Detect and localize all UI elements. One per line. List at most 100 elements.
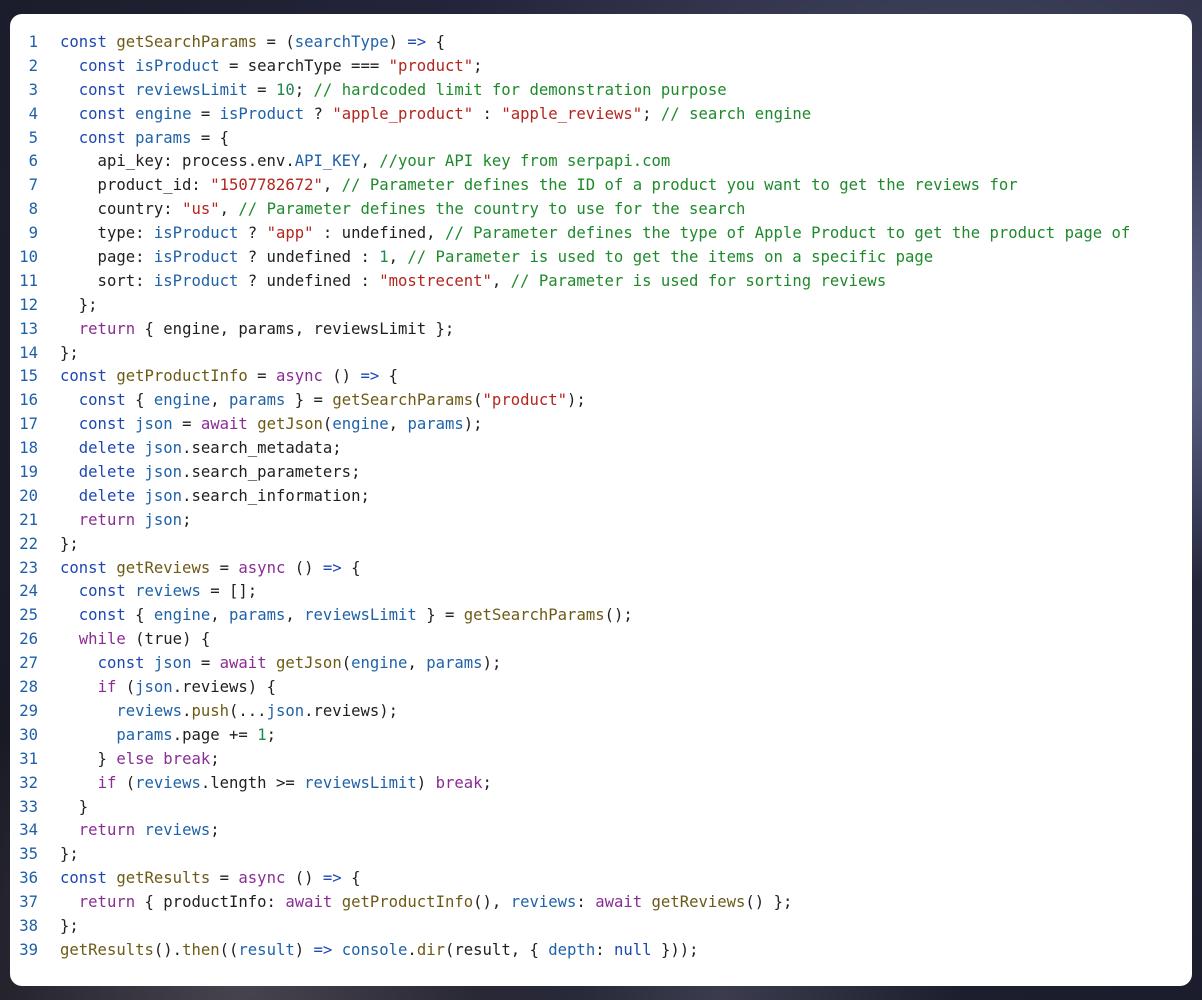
code-token: engine	[153, 391, 211, 410]
code-token: return	[78, 821, 136, 840]
line-number: 32	[19, 773, 38, 792]
code-token: json	[144, 463, 183, 482]
code-line: 20 delete json.search_information;	[10, 485, 1192, 509]
code-line: 6 api_key: process.env.API_KEY, //your A…	[10, 150, 1192, 174]
code-token: reviewsLimit	[304, 773, 417, 792]
code-token: =>	[322, 869, 342, 888]
code-token: (...	[229, 701, 267, 720]
code-token: while	[78, 630, 126, 649]
code-token: params	[229, 391, 286, 410]
code-token: { engine, params, reviewsLimit };	[135, 319, 455, 338]
code-token: =>	[313, 940, 333, 959]
code-block[interactable]: 1 const getSearchParams = (searchType) =>…	[10, 31, 1192, 963]
code-line: 14};	[10, 342, 1192, 366]
code-token: =	[247, 80, 276, 99]
code-token: )	[388, 33, 408, 51]
code-token: "us"	[182, 200, 220, 219]
code-token: (	[341, 654, 352, 673]
code-token: =	[172, 415, 201, 434]
code-token: getJson	[275, 654, 342, 673]
code-token: engine	[332, 415, 389, 434]
line-number: 13	[19, 319, 38, 338]
code-line: 35};	[10, 843, 1192, 867]
code-token: .search_metadata;	[182, 439, 342, 458]
code-token: ()	[285, 558, 323, 577]
code-token: 10	[275, 80, 295, 99]
line-source: delete json.search_information;	[60, 485, 370, 509]
code-token: reviews	[135, 773, 201, 792]
code-token: =	[247, 367, 276, 386]
code-token: json	[135, 415, 173, 434]
code-token: =>	[407, 33, 427, 51]
line-source: }	[60, 796, 88, 820]
code-token: const	[78, 606, 126, 625]
code-token: "1507782672"	[210, 176, 323, 195]
code-line: 13 return { engine, params, reviewsLimit…	[10, 318, 1192, 342]
line-number: 23	[19, 558, 38, 577]
code-token: const	[97, 654, 145, 673]
line-number: 30	[19, 725, 38, 744]
code-token: (	[116, 678, 136, 697]
code-token: .	[407, 940, 417, 959]
code-token: dir	[416, 940, 445, 959]
code-token: };	[60, 916, 79, 935]
code-line: 34 return reviews;	[10, 819, 1192, 843]
code-token: getSearchParams	[463, 606, 605, 625]
line-number: 33	[19, 797, 38, 816]
code-line: 24 const reviews = [];	[10, 580, 1192, 604]
line-source: };	[60, 915, 79, 939]
code-token: "apple_product"	[332, 104, 474, 123]
code-line: 23 const getReviews = async () => {	[10, 557, 1192, 581]
line-number: 28	[19, 678, 38, 697]
code-token: delete	[78, 439, 136, 458]
line-number: 37	[19, 893, 38, 912]
code-token: await	[219, 654, 267, 673]
line-source: sort: isProduct ? undefined : "mostrecen…	[60, 270, 887, 294]
code-token: ? undefined :	[238, 248, 380, 267]
code-card: 1 const getSearchParams = (searchType) =>…	[10, 14, 1192, 986]
code-line: 39 getResults().then((result) => console.…	[10, 939, 1192, 963]
code-token: { productInfo:	[135, 893, 286, 912]
code-token: =	[210, 558, 239, 577]
code-line: 27 const json = await getJson(engine, pa…	[10, 652, 1192, 676]
code-token: :	[595, 940, 614, 959]
code-token: ? undefined :	[238, 271, 380, 290]
code-token: delete	[78, 486, 136, 505]
code-token: // Parameter defines the ID of a product…	[341, 176, 1018, 195]
code-token: (),	[473, 893, 511, 912]
code-token: = (	[257, 33, 295, 51]
code-token: const	[78, 582, 126, 601]
line-number: 19	[19, 463, 38, 482]
code-token: 1	[257, 725, 267, 744]
code-token: (result, {	[444, 940, 549, 959]
line-number: 29	[19, 701, 38, 720]
code-token: ;	[182, 510, 192, 529]
code-token: else	[116, 749, 154, 768]
code-token: ;	[294, 80, 314, 99]
line-number: 39	[19, 940, 38, 959]
line-source: return reviews;	[60, 819, 220, 843]
code-token: ;	[473, 56, 483, 75]
code-line: 25 const { engine, params, reviewsLimit …	[10, 604, 1192, 628]
code-line: 8 country: "us", // Parameter defines th…	[10, 198, 1192, 222]
code-line: 15 const getProductInfo = async () => {	[10, 365, 1192, 389]
code-line: 12 };	[10, 294, 1192, 318]
code-token: sort:	[60, 271, 154, 290]
line-source: return { engine, params, reviewsLimit };	[60, 318, 455, 342]
line-number: 17	[19, 415, 38, 434]
line-source: const json = await getJson(engine, param…	[60, 413, 483, 437]
